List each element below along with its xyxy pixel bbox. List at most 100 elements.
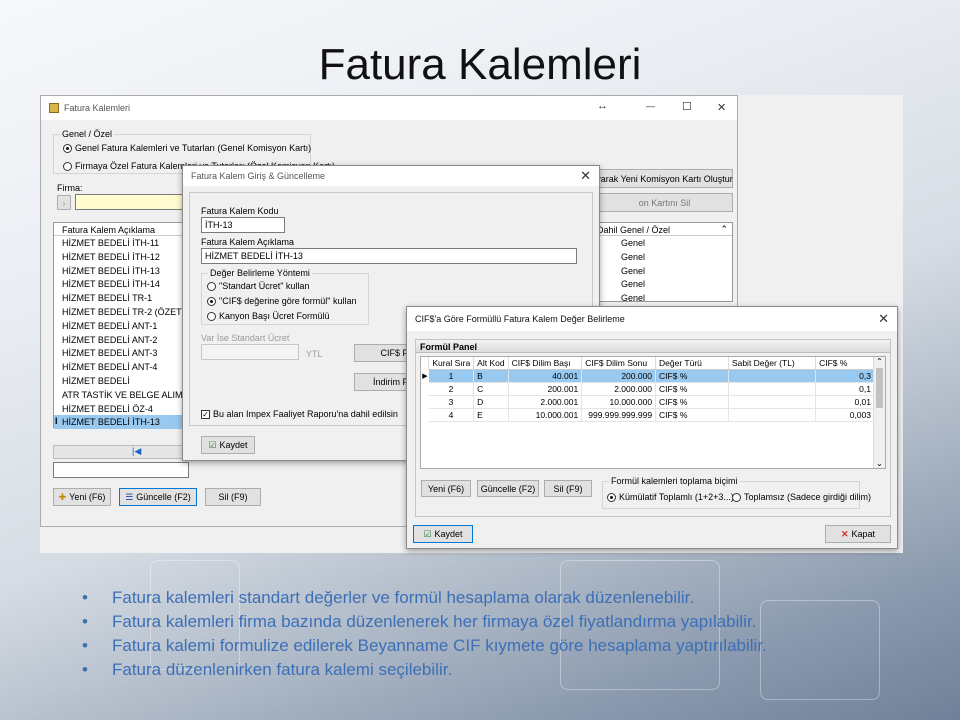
list-item[interactable]: HİZMET BEDELİ İTH-12 — [54, 250, 188, 264]
kural-grid[interactable]: Kural Sıra Alt Kod CIF$ Dilim Başı CIF$ Dil… — [420, 356, 886, 469]
nav-first-icon[interactable]: |◀ — [132, 446, 141, 457]
table-cell[interactable]: 3 — [428, 395, 475, 409]
scroll-up-icon[interactable]: ⌃ — [720, 224, 728, 235]
table-cell[interactable]: CIF$ % — [655, 382, 729, 396]
table-cell[interactable]: 0,3 — [815, 369, 875, 383]
column-header[interactable]: CIF$ Dilim Sonu — [581, 357, 657, 370]
table-cell[interactable]: CIF$ % — [655, 369, 729, 383]
list-item[interactable]: HİZMET BEDELİ ANT-2 — [54, 333, 188, 347]
list-item[interactable]: HİZMET BEDELİ TR-2 (ÖZET BE — [54, 305, 188, 319]
opt-kumulatif[interactable]: Kümülatif Toplamlı (1+2+3...) — [607, 492, 734, 503]
table-cell[interactable]: 2 — [428, 382, 475, 396]
cif-formul-button[interactable]: CIF$ F — [354, 344, 412, 362]
table-row[interactable]: 2 C 200.001 2.000.000 CIF$ % 0,1 — [421, 382, 875, 396]
table-cell[interactable]: D — [473, 395, 509, 409]
table-cell[interactable]: 200.001 — [508, 382, 583, 396]
guncelle-button[interactable]: ☰ Güncelle (F2) — [119, 488, 197, 506]
formul-yeni-button[interactable]: Yeni (F6) — [421, 480, 471, 497]
formul-close-button[interactable]: ✕ — [878, 311, 889, 327]
list-item-text: HİZMET BEDELİ İTH-13 — [62, 417, 160, 428]
formul-sil-button[interactable]: Sil (F9) — [544, 480, 592, 497]
table-row[interactable]: 3 D 2.000.001 10.000.000 CIF$ % 0,01 — [421, 395, 875, 409]
table-cell[interactable] — [728, 408, 817, 422]
list-item[interactable]: HİZMET BEDELİ ANT-4 — [54, 360, 188, 374]
table-cell[interactable]: 200.000 — [581, 369, 657, 383]
scroll-up-icon[interactable]: ⌃ — [874, 357, 885, 366]
table-cell[interactable]: 999.999.999.999 — [581, 408, 657, 422]
kapat-button[interactable]: ✕ Kapat — [825, 525, 891, 543]
search-input[interactable] — [53, 462, 189, 478]
table-cell[interactable]: 10.000.000 — [581, 395, 657, 409]
column-header[interactable]: CIF$ % — [815, 357, 875, 370]
giris-close-button[interactable]: ✕ — [580, 168, 591, 184]
table-cell[interactable]: 0,003 — [815, 408, 875, 422]
opt-standart[interactable]: "Standart Ücret" kullan — [207, 281, 309, 292]
column-header[interactable]: Kural Sıra — [428, 357, 475, 370]
list-item[interactable]: I HİZMET BEDELİ İTH-13 — [54, 415, 188, 430]
column-header[interactable]: CIF$ Dilim Başı — [508, 357, 583, 370]
standart-ucret-input[interactable] — [201, 344, 299, 360]
table-row[interactable]: 4 E 10.000.001 999.999.999.999 CIF$ % 0,003 — [421, 408, 875, 422]
main-window-title: Fatura Kalemleri — [64, 103, 131, 113]
table-cell[interactable]: CIF$ % — [655, 408, 729, 422]
komisyon-olustur-button[interactable]: yarak Yeni Komisyon Kartı Oluştur — [596, 169, 733, 188]
yeni-button[interactable]: ✚ Yeni (F6) — [53, 488, 111, 506]
table-cell[interactable] — [728, 395, 817, 409]
list-item[interactable]: HİZMET BEDELİ ANT-3 — [54, 346, 188, 360]
table-cell[interactable]: 0,01 — [815, 395, 875, 409]
right-list-item[interactable]: Genel — [597, 236, 732, 250]
list-item[interactable]: HİZMET BEDELİ ÖZ-4 — [54, 402, 188, 416]
scroll-down-icon[interactable]: ⌄ — [874, 459, 885, 468]
fatura-kalem-list[interactable]: Fatura Kalem Açıklama HİZMET BEDELİ İTH-… — [53, 222, 189, 430]
table-cell[interactable]: 10.000.001 — [508, 408, 583, 422]
right-list-item[interactable]: Genel — [597, 291, 732, 301]
radio-genel[interactable]: Genel Fatura Kalemleri ve Tutarları (Gen… — [63, 143, 311, 154]
list-item[interactable]: HİZMET BEDELİ — [54, 374, 188, 388]
grid-scrollbar[interactable]: ⌃ ⌄ — [873, 357, 885, 468]
formul-guncelle-button[interactable]: Güncelle (F2) — [477, 480, 539, 497]
kod-input[interactable]: İTH-13 — [201, 217, 285, 233]
table-row[interactable]: ▶ 1 B 40.001 200.000 CIF$ % 0,3 — [421, 369, 875, 383]
right-list-item[interactable]: Genel — [597, 264, 732, 278]
table-cell[interactable]: 0,1 — [815, 382, 875, 396]
table-cell[interactable] — [728, 382, 817, 396]
right-list-item[interactable]: Genel — [597, 250, 732, 264]
table-cell[interactable]: 40.001 — [508, 369, 583, 383]
table-cell[interactable] — [728, 369, 817, 383]
list-item[interactable]: HİZMET BEDELİ İTH-11 — [54, 236, 188, 250]
firma-arrow-button[interactable]: › — [57, 195, 71, 210]
table-cell[interactable]: 2.000.000 — [581, 382, 657, 396]
right-list[interactable]: Dahil Genel / Özel ⌃ Genel Genel Genel Genel… — [596, 222, 733, 302]
table-cell[interactable]: C — [473, 382, 509, 396]
opt-kanyon[interactable]: Kanyon Başı Ücret Formülü — [207, 311, 330, 322]
list-item[interactable]: HİZMET BEDELİ İTH-14 — [54, 277, 188, 291]
column-header[interactable]: Sabit Değer (TL) — [728, 357, 817, 370]
column-header[interactable]: Değer Türü — [655, 357, 729, 370]
indirim-formul-button[interactable]: İndirim F — [354, 373, 412, 391]
table-cell[interactable]: 2.000.001 — [508, 395, 583, 409]
table-cell[interactable]: E — [473, 408, 509, 422]
rapor-checkbox[interactable]: ✓ Bu alan Impex Faaliyet Raporu'na dahil … — [201, 409, 398, 420]
minimize-button[interactable]: — — [646, 101, 655, 111]
column-header[interactable]: Alt Kod — [473, 357, 509, 370]
opt-toplamsiz[interactable]: Toplamsız (Sadece girdiği dilim) — [732, 492, 871, 503]
giris-kaydet-button[interactable]: ☑ Kaydet — [201, 436, 255, 454]
table-cell[interactable]: CIF$ % — [655, 395, 729, 409]
maximize-button[interactable]: ☐ — [682, 100, 692, 113]
table-cell[interactable]: B — [473, 369, 509, 383]
close-button[interactable]: ✕ — [717, 101, 726, 114]
table-cell[interactable]: 1 — [428, 369, 475, 383]
sil-button[interactable]: Sil (F9) — [205, 488, 261, 506]
scroll-thumb[interactable] — [876, 368, 883, 408]
aciklama-input[interactable]: HİZMET BEDELİ İTH-13 — [201, 248, 577, 264]
right-list-item[interactable]: Genel — [597, 277, 732, 291]
list-item[interactable]: HİZMET BEDELİ TR-1 — [54, 291, 188, 305]
list-item[interactable]: HİZMET BEDELİ İTH-13 — [54, 264, 188, 278]
list-item[interactable]: HİZMET BEDELİ ANT-1 — [54, 319, 188, 333]
list-item[interactable]: ATR TASTİK VE BELGE ALIM B — [54, 388, 188, 402]
table-cell[interactable]: 4 — [428, 408, 475, 422]
opt-cif-formul[interactable]: "CIF$ değerine göre formül" kullan — [207, 296, 356, 307]
komisyon-sil-button[interactable]: on Kartını Sil — [596, 193, 733, 212]
formul-kaydet-button[interactable]: ☑ Kaydet — [413, 525, 473, 543]
firma-input[interactable] — [75, 194, 187, 210]
